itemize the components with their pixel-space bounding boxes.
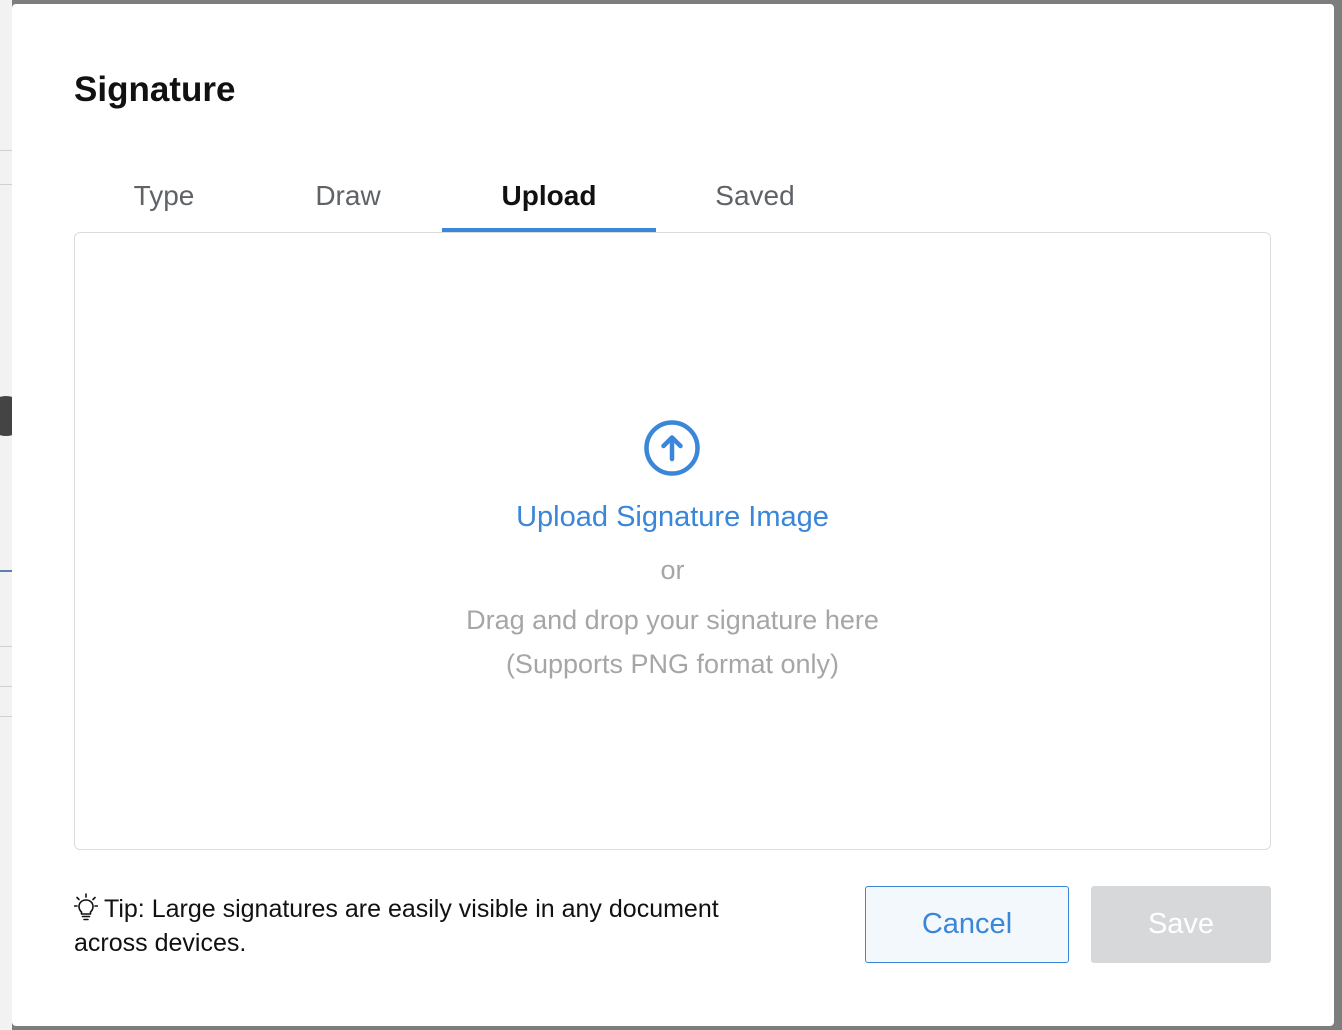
signature-tabs: Type Draw Upload Saved [74,164,854,232]
upload-signature-link[interactable]: Upload Signature Image [75,501,1270,534]
background-divider [0,686,12,687]
tab-upload[interactable]: Upload [442,164,656,232]
background-avatar [0,396,12,436]
upload-arrow-circle-icon[interactable] [643,419,701,477]
background-divider [0,150,12,151]
drag-drop-hint: Drag and drop your signature here [466,605,879,635]
background-divider [0,646,12,647]
tip-text: Tip: Large signatures are easily visible… [74,895,719,957]
background-divider [0,570,12,572]
dialog-title: Signature [74,70,236,109]
tab-type[interactable]: Type [74,164,254,232]
supported-formats-hint: (Supports PNG format only) [505,649,840,679]
tip-message: Tip: Large signatures are easily visible… [74,892,794,960]
tab-saved[interactable]: Saved [656,164,854,232]
tab-draw[interactable]: Draw [254,164,442,232]
lightbulb-icon [74,893,98,921]
background-divider [0,184,12,185]
upload-dropzone[interactable]: Upload Signature Image or Drag and drop … [74,232,1271,850]
save-button[interactable]: Save [1091,886,1271,963]
background-divider [0,716,12,717]
background-page [0,0,12,1030]
cancel-button[interactable]: Cancel [865,886,1069,963]
upload-or-text: or [660,555,685,585]
signature-dialog: Signature Type Draw Upload Saved Upload … [12,4,1334,1026]
